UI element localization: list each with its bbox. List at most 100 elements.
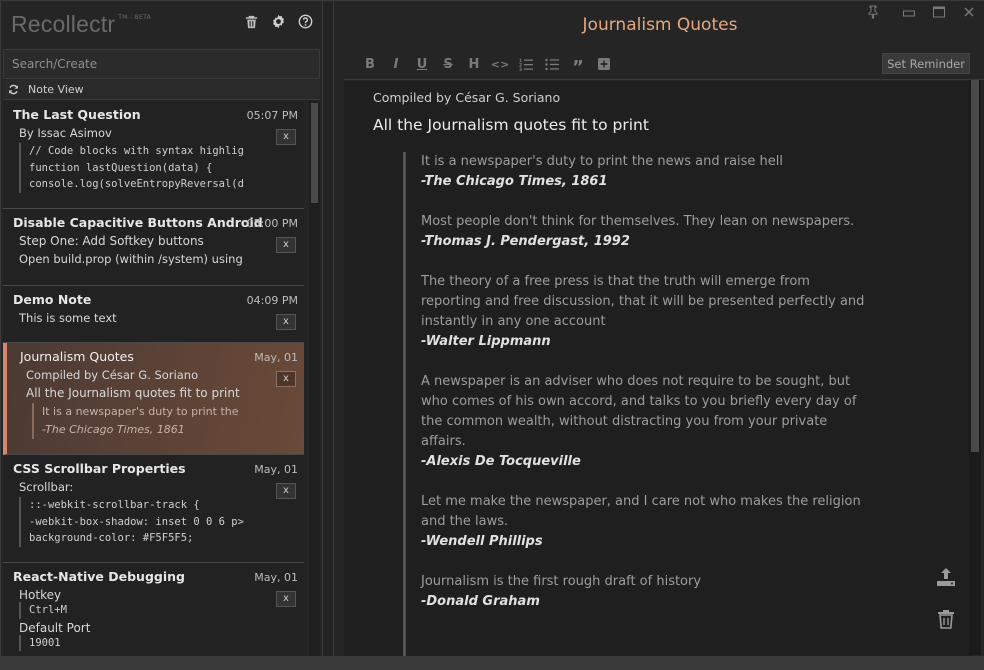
note-list-scrollbar[interactable] <box>309 101 320 656</box>
app-window: Recollectr TM - BETA Note View The Last <box>0 0 984 670</box>
quote-entry: A newspaper is an adviser who does not r… <box>421 372 873 472</box>
editor-pane: Journalism Quotes B I U S H <> 123 ” Set… <box>333 1 984 670</box>
note-preview-line: Hotkey <box>19 588 62 602</box>
insert-icon[interactable] <box>596 55 612 73</box>
delete-note-button[interactable]: x <box>276 129 296 145</box>
note-time: 05:07 PM <box>246 109 298 122</box>
code-line: function lastQuestion(data) { <box>29 161 213 174</box>
view-mode-label: Note View <box>28 83 84 96</box>
quote-author: -The Chicago Times, 1861 <box>421 174 608 189</box>
note-preview-line: All the Journalism quotes fit to print <box>26 386 240 400</box>
quote-line: It is a newspaper's duty to print the <box>42 405 239 418</box>
quote-block: It is a newspaper's duty to print the ne… <box>403 152 873 666</box>
code-line: Ctrl+M <box>29 604 67 616</box>
quote-entry: The theory of a free press is that the t… <box>421 272 873 352</box>
bold-button[interactable]: B <box>362 55 378 73</box>
minimize-icon[interactable] <box>902 5 916 19</box>
scrollbar-thumb[interactable] <box>311 103 318 203</box>
scrollbar-thumb[interactable] <box>971 80 979 452</box>
sidebar: Recollectr TM - BETA Note View The Last <box>1 1 323 670</box>
delete-note-button[interactable]: x <box>276 483 296 499</box>
trash-icon[interactable] <box>243 13 260 30</box>
note-item[interactable]: Disable Capacitive Buttons Android 05:00… <box>3 209 304 286</box>
quote-author: -Walter Lippmann <box>421 334 551 349</box>
note-preview-line: Scrollbar: <box>19 480 74 494</box>
quote-text: Journalism is the first rough draft of h… <box>421 574 702 589</box>
note-time: 04:09 PM <box>246 294 298 307</box>
quote-author: -Donald Graham <box>421 594 540 609</box>
note-preview-line: By Issac Asimov <box>19 126 112 140</box>
note-item[interactable]: The Last Question 05:07 PM x By Issac As… <box>3 101 304 209</box>
note-editor[interactable]: Compiled by César G. Soriano All the Jou… <box>344 81 972 666</box>
editor-scrollbar[interactable] <box>969 80 981 655</box>
set-reminder-button[interactable]: Set Reminder <box>882 53 970 74</box>
note-preview-line: Default Port <box>19 620 91 635</box>
note-subtitle: Compiled by César G. Soriano <box>373 90 561 105</box>
note-item[interactable]: CSS Scrollbar Properties May, 01 x Scrol… <box>3 455 304 563</box>
code-line: background-color: #F5F5F5; <box>29 532 194 544</box>
refresh-icon <box>9 84 18 95</box>
italic-button[interactable]: I <box>388 55 404 73</box>
search-box <box>3 49 320 79</box>
note-heading: All the Journalism quotes fit to print <box>373 116 649 134</box>
title-bar: Journalism Quotes <box>334 1 984 49</box>
delete-note-button[interactable]: x <box>276 237 296 253</box>
strikethrough-button[interactable]: S <box>440 55 456 73</box>
underline-button[interactable]: U <box>414 55 430 73</box>
note-code-block: // Code blocks with syntax highlig funct… <box>19 143 255 193</box>
note-list: The Last Question 05:07 PM x By Issac As… <box>3 101 307 661</box>
maximize-icon[interactable] <box>932 5 946 19</box>
note-item-selected[interactable]: Journalism Quotes May, 01 x Compiled by … <box>3 343 304 455</box>
note-time: May, 01 <box>254 463 298 476</box>
ordered-list-icon[interactable]: 123 <box>518 55 534 73</box>
note-item[interactable]: Demo Note 04:09 PM x This is some text <box>3 286 304 343</box>
view-mode-toggle[interactable]: Note View <box>3 80 320 100</box>
code-line: 19001 <box>29 636 61 649</box>
note-item[interactable]: React-Native Debugging May, 01 x Hotkey … <box>3 563 304 661</box>
note-code-block: Ctrl+M <box>19 602 255 619</box>
quote-button[interactable]: ” <box>570 55 586 78</box>
gear-icon[interactable] <box>270 13 287 30</box>
sidebar-actions <box>243 13 314 30</box>
delete-note-button[interactable]: x <box>276 591 296 607</box>
delete-note-button[interactable]: x <box>276 371 296 387</box>
note-quote-preview: It is a newspaper's duty to print the -T… <box>32 403 296 439</box>
note-time: May, 01 <box>254 571 298 584</box>
quote-author: -Alexis De Tocqueville <box>421 454 581 469</box>
note-code-block: ::-webkit-scrollbar-track { -webkit-box-… <box>19 497 255 547</box>
quote-entry: Let me make the newspaper, and I care no… <box>421 492 873 552</box>
app-logo: Recollectr TM - BETA <box>11 10 151 38</box>
code-line: -webkit-box-shadow: inset 0 0 6 p> <box>29 515 244 528</box>
quote-author: -Wendell Phillips <box>421 534 543 549</box>
quote-author: -The Chicago Times, 1861 <box>42 423 185 436</box>
search-input[interactable] <box>4 50 319 78</box>
note-preview-line: Step One: Add Softkey buttons <box>19 234 204 248</box>
toolbar-divider <box>344 79 984 80</box>
note-preview-line: Open build.prop (within /system) using <box>19 252 243 266</box>
quote-text: A newspaper is an adviser who does not r… <box>421 374 857 449</box>
code-line: ::-webkit-scrollbar-track { <box>29 499 200 511</box>
close-icon[interactable] <box>962 5 976 19</box>
upload-icon[interactable] <box>933 564 959 590</box>
note-title-display: Journalism Quotes <box>582 15 738 35</box>
status-bar <box>1 656 984 670</box>
heading-button[interactable]: H <box>466 55 482 73</box>
quote-entry: Most people don't think for themselves. … <box>421 212 873 252</box>
note-time: 05:00 PM <box>246 217 298 230</box>
code-line: console.log(solveEntropyReversal(d <box>29 178 244 190</box>
pin-icon[interactable] <box>866 5 880 19</box>
bulleted-list-icon[interactable] <box>544 55 560 73</box>
delete-icon[interactable] <box>933 606 959 632</box>
note-preview-line: Compiled by César G. Soriano <box>26 368 199 382</box>
code-button[interactable]: <> <box>491 55 509 73</box>
app-tag: TM - BETA <box>118 14 151 21</box>
quote-text: It is a newspaper's duty to print the ne… <box>421 154 784 169</box>
quote-text: The theory of a free press is that the t… <box>421 274 865 329</box>
format-toolbar: B I U S H <> 123 ” <box>362 53 612 78</box>
help-icon[interactable] <box>297 13 314 30</box>
quote-text: Let me make the newspaper, and I care no… <box>421 494 861 529</box>
code-line: // Code blocks with syntax highlig <box>29 145 244 157</box>
delete-note-button[interactable]: x <box>276 314 296 330</box>
quote-author: -Thomas J. Pendergast, 1992 <box>421 234 630 249</box>
note-preview-line: This is some text <box>19 311 117 325</box>
